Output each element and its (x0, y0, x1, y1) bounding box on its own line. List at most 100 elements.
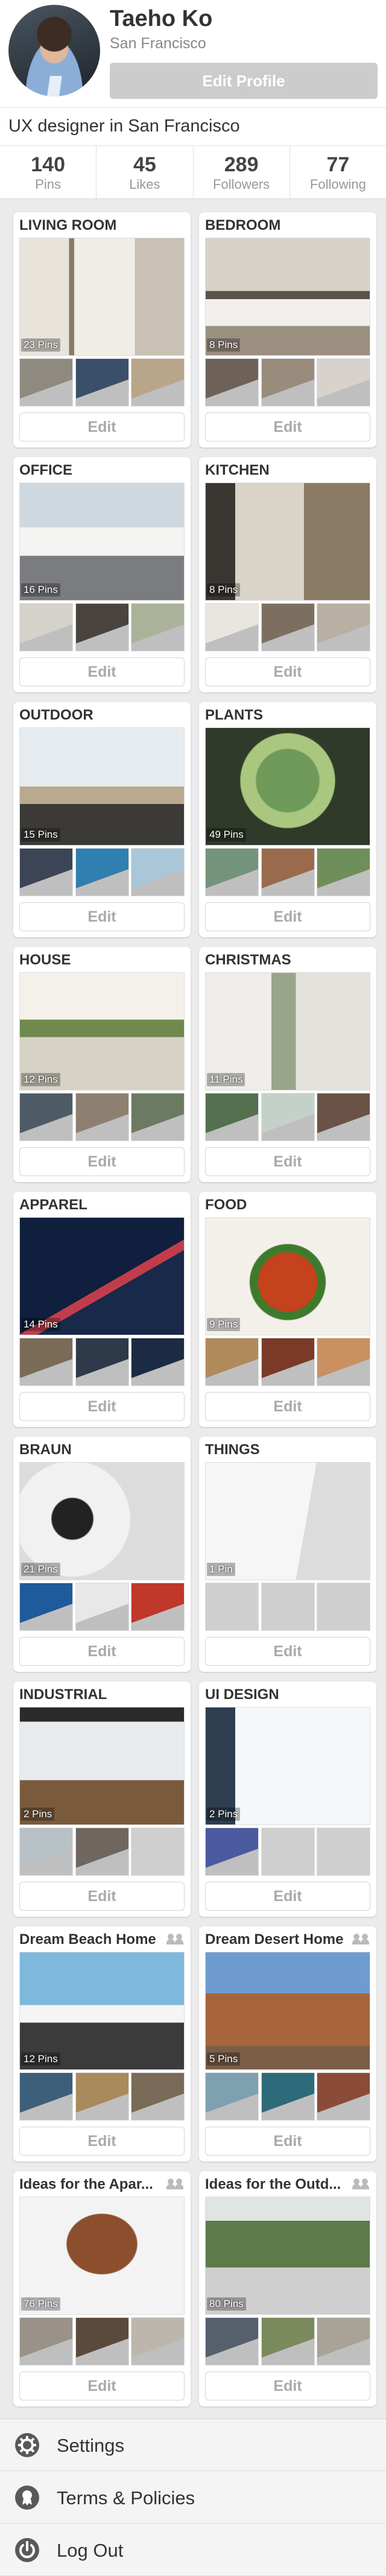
board-card[interactable]: Dream Beach Home 12 Pins Edit (13, 1926, 191, 2162)
board-thumbnail[interactable] (75, 2317, 129, 2366)
board-thumbnail[interactable] (205, 2317, 259, 2366)
board-cover-image[interactable]: 76 Pins (19, 2197, 185, 2315)
menu-item-terms[interactable]: Terms & Policies (0, 2472, 386, 2524)
board-thumbnail[interactable] (317, 1093, 370, 1141)
board-thumbnail[interactable] (205, 1093, 259, 1141)
board-thumbnail[interactable] (19, 358, 73, 407)
board-thumbnail[interactable] (75, 2072, 129, 2121)
board-edit-button[interactable]: Edit (205, 657, 370, 686)
board-thumbnail[interactable] (19, 1093, 73, 1141)
board-edit-button[interactable]: Edit (19, 413, 185, 441)
board-thumbnail[interactable] (131, 1338, 185, 1386)
board-thumbnail[interactable] (131, 2317, 185, 2366)
board-card[interactable]: BEDROOM 8 Pins Edit (199, 212, 376, 448)
board-cover-image[interactable]: 49 Pins (205, 727, 370, 846)
board-cover-image[interactable]: 12 Pins (19, 972, 185, 1090)
board-thumbnail[interactable] (261, 2072, 315, 2121)
board-thumbnail[interactable] (317, 848, 370, 896)
board-thumbnail[interactable] (19, 1828, 73, 1876)
board-cover-image[interactable]: 11 Pins (205, 972, 370, 1090)
stat-pins[interactable]: 140 Pins (0, 146, 97, 198)
board-thumbnail[interactable] (261, 1093, 315, 1141)
board-card[interactable]: LIVING ROOM 23 Pins Edit (13, 212, 191, 448)
board-thumbnail[interactable] (205, 1828, 259, 1876)
board-thumbnail[interactable] (205, 358, 259, 407)
board-thumbnail[interactable] (317, 2072, 370, 2121)
board-thumbnail[interactable] (261, 358, 315, 407)
board-thumbnail[interactable] (131, 1583, 185, 1631)
board-thumbnail[interactable] (205, 848, 259, 896)
board-card[interactable]: KITCHEN 8 Pins Edit (199, 457, 376, 692)
board-cover-image[interactable]: 12 Pins (19, 1952, 185, 2070)
board-edit-button[interactable]: Edit (19, 902, 185, 931)
stat-following[interactable]: 77 Following (290, 146, 386, 198)
board-card[interactable]: INDUSTRIAL 2 Pins Edit (13, 1682, 191, 1917)
board-edit-button[interactable]: Edit (205, 1637, 370, 1666)
board-card[interactable]: Ideas for the Outd... 80 Pins Edit (199, 2171, 376, 2407)
board-thumbnail[interactable] (261, 1338, 315, 1386)
board-thumbnail[interactable] (75, 1583, 129, 1631)
board-edit-button[interactable]: Edit (19, 657, 185, 686)
board-thumbnail[interactable] (75, 358, 129, 407)
board-cover-image[interactable]: 21 Pins (19, 1462, 185, 1580)
board-edit-button[interactable]: Edit (19, 1147, 185, 1176)
menu-item-logout[interactable]: Log Out (0, 2524, 386, 2576)
board-cover-image[interactable]: 16 Pins (19, 483, 185, 601)
board-thumbnail[interactable] (131, 603, 185, 651)
board-cover-image[interactable]: 2 Pins (19, 1707, 185, 1825)
board-cover-image[interactable]: 14 Pins (19, 1217, 185, 1335)
board-edit-button[interactable]: Edit (19, 2127, 185, 2156)
board-thumbnail[interactable] (19, 1338, 73, 1386)
board-thumbnail[interactable] (261, 848, 315, 896)
board-card[interactable]: Ideas for the Apar... 76 Pins Edit (13, 2171, 191, 2407)
board-edit-button[interactable]: Edit (19, 1392, 185, 1421)
board-cover-image[interactable]: 23 Pins (19, 238, 185, 356)
board-cover-image[interactable]: 2 Pins (205, 1707, 370, 1825)
board-card[interactable]: OFFICE 16 Pins Edit (13, 457, 191, 692)
edit-profile-button[interactable]: Edit Profile (110, 63, 378, 99)
board-edit-button[interactable]: Edit (205, 1147, 370, 1176)
board-card[interactable]: THINGS 1 Pin Edit (199, 1437, 376, 1672)
stat-likes[interactable]: 45 Likes (96, 146, 194, 198)
board-thumbnail[interactable] (131, 2072, 185, 2121)
board-card[interactable]: APPAREL 14 Pins Edit (13, 1192, 191, 1427)
board-thumbnail[interactable] (317, 2317, 370, 2366)
board-cover-image[interactable]: 9 Pins (205, 1217, 370, 1335)
board-edit-button[interactable]: Edit (205, 413, 370, 441)
board-edit-button[interactable]: Edit (19, 2372, 185, 2400)
board-cover-image[interactable]: 5 Pins (205, 1952, 370, 2070)
board-thumbnail[interactable] (75, 848, 129, 896)
board-edit-button[interactable]: Edit (205, 1392, 370, 1421)
avatar[interactable] (8, 5, 100, 97)
board-thumbnail[interactable] (75, 1338, 129, 1386)
board-cover-image[interactable]: 1 Pin (205, 1462, 370, 1580)
board-thumbnail[interactable] (317, 358, 370, 407)
board-thumbnail[interactable] (19, 1583, 73, 1631)
board-thumbnail[interactable] (317, 1338, 370, 1386)
menu-item-settings[interactable]: Settings (0, 2419, 386, 2471)
board-card[interactable]: Dream Desert Home 5 Pins Edit (199, 1926, 376, 2162)
board-cover-image[interactable]: 8 Pins (205, 238, 370, 356)
board-card[interactable]: FOOD 9 Pins Edit (199, 1192, 376, 1427)
board-card[interactable]: UI DESIGN 2 Pins Edit (199, 1682, 376, 1917)
board-thumbnail[interactable] (75, 1828, 129, 1876)
board-card[interactable]: BRAUN 21 Pins Edit (13, 1437, 191, 1672)
board-cover-image[interactable]: 15 Pins (19, 727, 185, 846)
stat-followers[interactable]: 289 Followers (194, 146, 290, 198)
board-thumbnail[interactable] (205, 1338, 259, 1386)
board-cover-image[interactable]: 8 Pins (205, 483, 370, 601)
board-cover-image[interactable]: 80 Pins (205, 2197, 370, 2315)
board-card[interactable]: CHRISTMAS 11 Pins Edit (199, 947, 376, 1182)
board-card[interactable]: OUTDOOR 15 Pins Edit (13, 702, 191, 937)
board-thumbnail[interactable] (75, 603, 129, 651)
board-thumbnail[interactable] (19, 603, 73, 651)
board-card[interactable]: PLANTS 49 Pins Edit (199, 702, 376, 937)
board-thumbnail[interactable] (19, 2317, 73, 2366)
board-edit-button[interactable]: Edit (205, 902, 370, 931)
board-edit-button[interactable]: Edit (205, 2372, 370, 2400)
board-edit-button[interactable]: Edit (205, 2127, 370, 2156)
board-thumbnail[interactable] (131, 848, 185, 896)
board-edit-button[interactable]: Edit (19, 1882, 185, 1911)
board-thumbnail[interactable] (75, 1093, 129, 1141)
board-thumbnail[interactable] (205, 603, 259, 651)
